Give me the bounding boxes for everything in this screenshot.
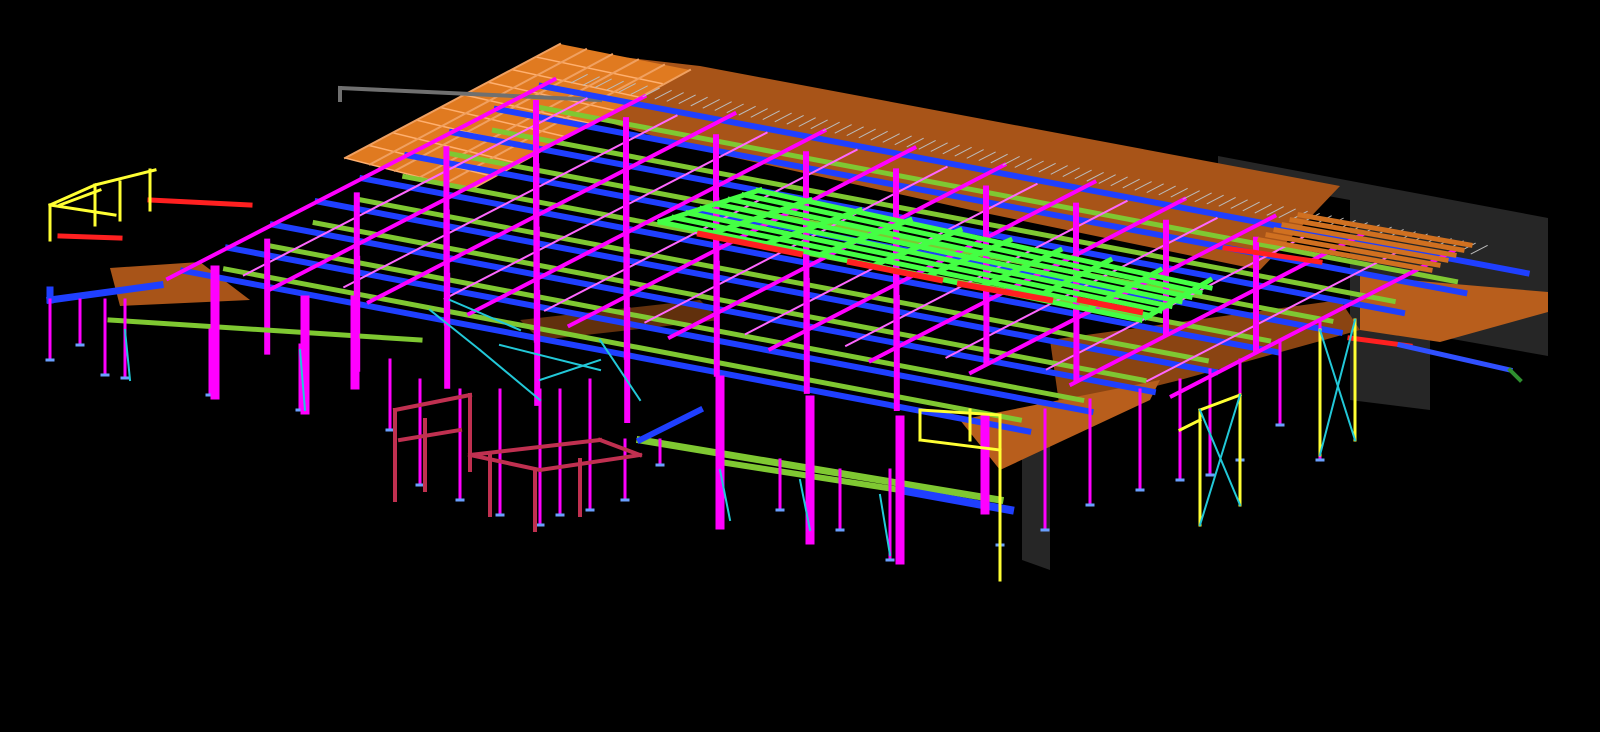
maroon-substructure: [392, 392, 643, 532]
3d-model-viewport[interactable]: [0, 0, 1600, 732]
brace: [1318, 318, 1357, 457]
maroon-member: [397, 427, 463, 443]
secondary-beam: [635, 435, 1005, 505]
red-beam: [57, 233, 123, 241]
maroon-member: [467, 437, 603, 458]
edge-beam: [1507, 367, 1523, 383]
maroon-member: [597, 437, 643, 458]
girder: [165, 76, 558, 282]
stair-member: [93, 168, 157, 187]
stair-member: [1198, 393, 1242, 412]
brace: [1198, 393, 1242, 527]
maroon-member: [467, 452, 543, 473]
structural-model[interactable]: [0, 0, 1600, 732]
primary-beam: [635, 405, 705, 445]
red-beam: [147, 197, 253, 208]
primary-beam: [179, 267, 1032, 435]
stair-member: [1177, 417, 1203, 433]
brace: [478, 348, 542, 402]
